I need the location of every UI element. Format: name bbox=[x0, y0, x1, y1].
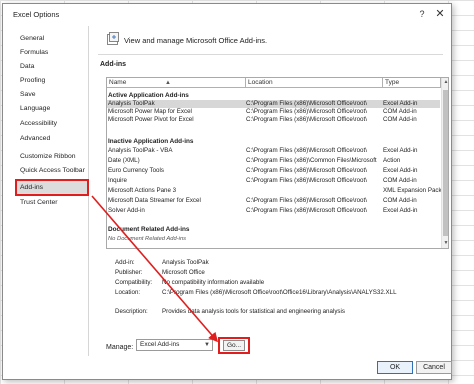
dropdown-caret-icon: ▼ bbox=[204, 342, 210, 348]
group-header-document: Document Related Add-ins bbox=[108, 226, 190, 233]
table-row[interactable]: Date (XML) C:\Program Files (x86)\Common… bbox=[107, 157, 440, 165]
window-title: Excel Options bbox=[13, 10, 60, 19]
section-title: Add-ins bbox=[100, 61, 127, 68]
sort-up-icon: ▲ bbox=[165, 80, 171, 86]
add-ins-highlight-box bbox=[15, 179, 89, 196]
nav-item-formulas[interactable]: Formulas bbox=[17, 46, 87, 59]
table-scrollbar[interactable]: ▲ ▼ bbox=[441, 78, 448, 248]
nav-item-accessibility[interactable]: Accessibility bbox=[17, 117, 87, 130]
page-heading: View and manage Microsoft Office Add-ins… bbox=[124, 36, 268, 45]
excel-options-dialog: Excel Options ? ✕ General Formulas Data … bbox=[2, 3, 452, 380]
addins-table: Name ▲ Location Type Active Application … bbox=[106, 77, 449, 249]
detail-label-addin: Add-in: bbox=[115, 259, 135, 266]
column-header-location[interactable]: Location bbox=[246, 78, 383, 88]
table-row[interactable]: Microsoft Power Map for Excel C:\Program… bbox=[107, 108, 440, 116]
detail-label-compatibility: Compatibility: bbox=[115, 279, 153, 286]
group-header-inactive: Inactive Application Add-ins bbox=[108, 138, 194, 145]
close-icon[interactable]: ✕ bbox=[433, 7, 447, 21]
nav-item-advanced[interactable]: Advanced bbox=[17, 132, 87, 145]
table-row[interactable]: Microsoft Actions Pane 3 XML Expansion P… bbox=[107, 187, 442, 195]
nav-item-customize-ribbon[interactable]: Customize Ribbon bbox=[17, 150, 87, 163]
table-row[interactable]: Inquire C:\Program Files (x86)\Microsoft… bbox=[107, 177, 440, 185]
detail-value-publisher: Microsoft Office bbox=[162, 269, 205, 276]
empty-group-text: No Document Related Add-ins bbox=[108, 236, 187, 242]
detail-label-description: Description: bbox=[115, 308, 148, 315]
table-row[interactable]: Solver Add-in C:\Program Files (x86)\Mic… bbox=[107, 207, 440, 215]
group-header-active: Active Application Add-ins bbox=[108, 92, 189, 99]
divider bbox=[98, 54, 443, 55]
table-row[interactable]: Analysis ToolPak - VBA C:\Program Files … bbox=[107, 147, 440, 155]
question-icon[interactable]: ? bbox=[415, 7, 429, 21]
scroll-thumb[interactable] bbox=[443, 90, 448, 236]
addins-icon bbox=[107, 32, 119, 45]
nav-item-language[interactable]: Language bbox=[17, 102, 87, 115]
go-highlight-box bbox=[218, 337, 250, 354]
table-row[interactable]: Microsoft Power Pivot for Excel C:\Progr… bbox=[107, 116, 440, 124]
title-bar: Excel Options ? ✕ bbox=[3, 4, 451, 24]
column-header-type[interactable]: Type bbox=[383, 78, 441, 88]
detail-value-addin: Analysis ToolPak bbox=[162, 259, 209, 266]
nav-item-proofing[interactable]: Proofing bbox=[17, 74, 87, 87]
detail-label-location: Location: bbox=[115, 289, 141, 296]
manage-label: Manage: bbox=[106, 344, 134, 351]
table-row[interactable]: Microsoft Data Streamer for Excel C:\Pro… bbox=[107, 197, 440, 205]
detail-value-description: Provides data analysis tools for statist… bbox=[162, 308, 345, 315]
detail-value-location: C:\Program Files (x86)\Microsoft Office\… bbox=[162, 289, 397, 296]
nav-item-save[interactable]: Save bbox=[17, 88, 87, 101]
nav-item-general[interactable]: General bbox=[17, 32, 87, 45]
table-row[interactable]: Analysis ToolPak C:\Program Files (x86)\… bbox=[107, 100, 440, 108]
nav-item-trust-center[interactable]: Trust Center bbox=[17, 196, 87, 209]
ok-button[interactable]: OK bbox=[377, 361, 413, 374]
scroll-up-icon[interactable]: ▲ bbox=[442, 78, 448, 87]
manage-dropdown[interactable]: Excel Add-ins ▼ bbox=[136, 339, 213, 351]
nav-item-quick-access-toolbar[interactable]: Quick Access Toolbar bbox=[17, 164, 87, 177]
scroll-down-icon[interactable]: ▼ bbox=[442, 239, 448, 248]
nav-item-data[interactable]: Data bbox=[17, 60, 87, 73]
cancel-button[interactable]: Cancel bbox=[416, 361, 452, 374]
detail-label-publisher: Publisher: bbox=[115, 269, 143, 276]
detail-value-compatibility: No compatibility information available bbox=[162, 279, 265, 286]
column-header-name[interactable]: Name ▲ bbox=[107, 78, 246, 88]
table-row[interactable]: Euro Currency Tools C:\Program Files (x8… bbox=[107, 167, 440, 175]
